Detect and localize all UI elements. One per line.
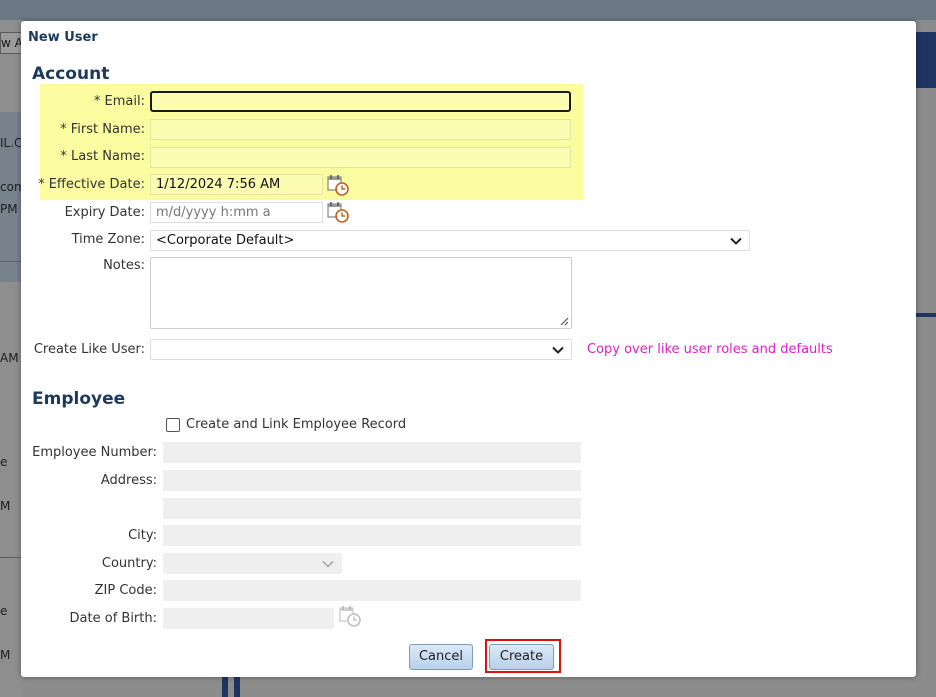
create-button[interactable]: Create xyxy=(489,644,554,670)
employee-number-field[interactable] xyxy=(163,442,581,463)
last-name-field[interactable] xyxy=(150,147,571,168)
new-user-dialog: New User Account * Email: * First Name: … xyxy=(21,21,916,677)
country-label: Country: xyxy=(101,556,157,571)
date-of-birth-label: Date of Birth: xyxy=(69,611,157,626)
background-header-block xyxy=(916,32,936,88)
zip-code-field[interactable] xyxy=(163,580,581,601)
background-text: M xyxy=(0,499,11,513)
notes-label: Notes: xyxy=(103,258,145,273)
chevron-down-icon xyxy=(730,237,742,245)
background-divider xyxy=(0,557,22,558)
background-bottom-strip xyxy=(22,677,916,697)
background-text: com xyxy=(0,180,22,194)
city-label: City: xyxy=(128,528,157,543)
copy-like-user-hint: Copy over like user roles and defaults xyxy=(587,342,833,357)
country-select[interactable] xyxy=(163,553,342,574)
time-zone-select[interactable]: <Corporate Default> xyxy=(150,230,750,251)
background-right-panel xyxy=(916,20,936,697)
background-divider xyxy=(0,261,22,262)
calendar-clock-icon xyxy=(339,606,361,627)
background-text: PM xyxy=(0,202,18,216)
expiry-date-label: Expiry Date: xyxy=(64,205,145,220)
employee-heading: Employee xyxy=(32,389,126,409)
background-tab-text: w A xyxy=(1,36,22,50)
expiry-date-placeholder: m/d/yyyy h:mm a xyxy=(156,205,271,220)
background-tab: w A xyxy=(0,32,22,54)
email-field[interactable] xyxy=(150,91,571,112)
background-text: M xyxy=(0,648,11,662)
background-top-bar xyxy=(0,0,936,20)
date-of-birth-field[interactable] xyxy=(163,608,334,629)
chevron-down-icon xyxy=(552,346,564,354)
cancel-button[interactable]: Cancel xyxy=(409,644,473,670)
calendar-clock-icon[interactable] xyxy=(327,201,349,223)
background-text: IL.C xyxy=(0,136,22,150)
background-strip xyxy=(916,313,936,317)
calendar-clock-icon[interactable] xyxy=(327,174,349,196)
last-name-label: * Last Name: xyxy=(60,149,145,164)
email-label: * Email: xyxy=(93,94,145,109)
background-bar xyxy=(234,677,240,697)
employee-number-label: Employee Number: xyxy=(32,445,157,460)
first-name-label: * First Name: xyxy=(60,122,145,137)
zip-code-label: ZIP Code: xyxy=(94,583,157,598)
first-name-field[interactable] xyxy=(150,119,571,140)
city-field[interactable] xyxy=(163,525,581,546)
effective-date-label: * Effective Date: xyxy=(38,177,145,192)
create-like-user-select[interactable] xyxy=(150,339,572,360)
address-line2-field[interactable] xyxy=(163,498,581,519)
notes-textarea[interactable] xyxy=(150,257,572,329)
effective-date-field[interactable]: 1/12/2024 7:56 AM xyxy=(150,174,323,195)
create-link-employee-checkbox[interactable] xyxy=(166,418,180,432)
background-text: e xyxy=(0,604,8,618)
address-label: Address: xyxy=(100,473,157,488)
create-link-employee-label[interactable]: Create and Link Employee Record xyxy=(186,417,406,432)
background-strip xyxy=(916,84,936,88)
create-like-user-label: Create Like User: xyxy=(33,342,145,357)
background-bar xyxy=(222,677,228,697)
account-heading: Account xyxy=(32,64,110,84)
expiry-date-field[interactable]: m/d/yyyy h:mm a xyxy=(150,202,323,223)
resize-grip-icon[interactable] xyxy=(559,316,569,326)
background-text: e xyxy=(0,455,8,469)
address-line1-field[interactable] xyxy=(163,470,581,491)
dialog-title: New User xyxy=(28,30,98,45)
chevron-down-icon xyxy=(322,560,334,568)
time-zone-label: Time Zone: xyxy=(71,232,145,247)
time-zone-value: <Corporate Default> xyxy=(156,233,295,248)
background-text: AM xyxy=(0,351,19,365)
effective-date-value: 1/12/2024 7:56 AM xyxy=(156,177,281,192)
